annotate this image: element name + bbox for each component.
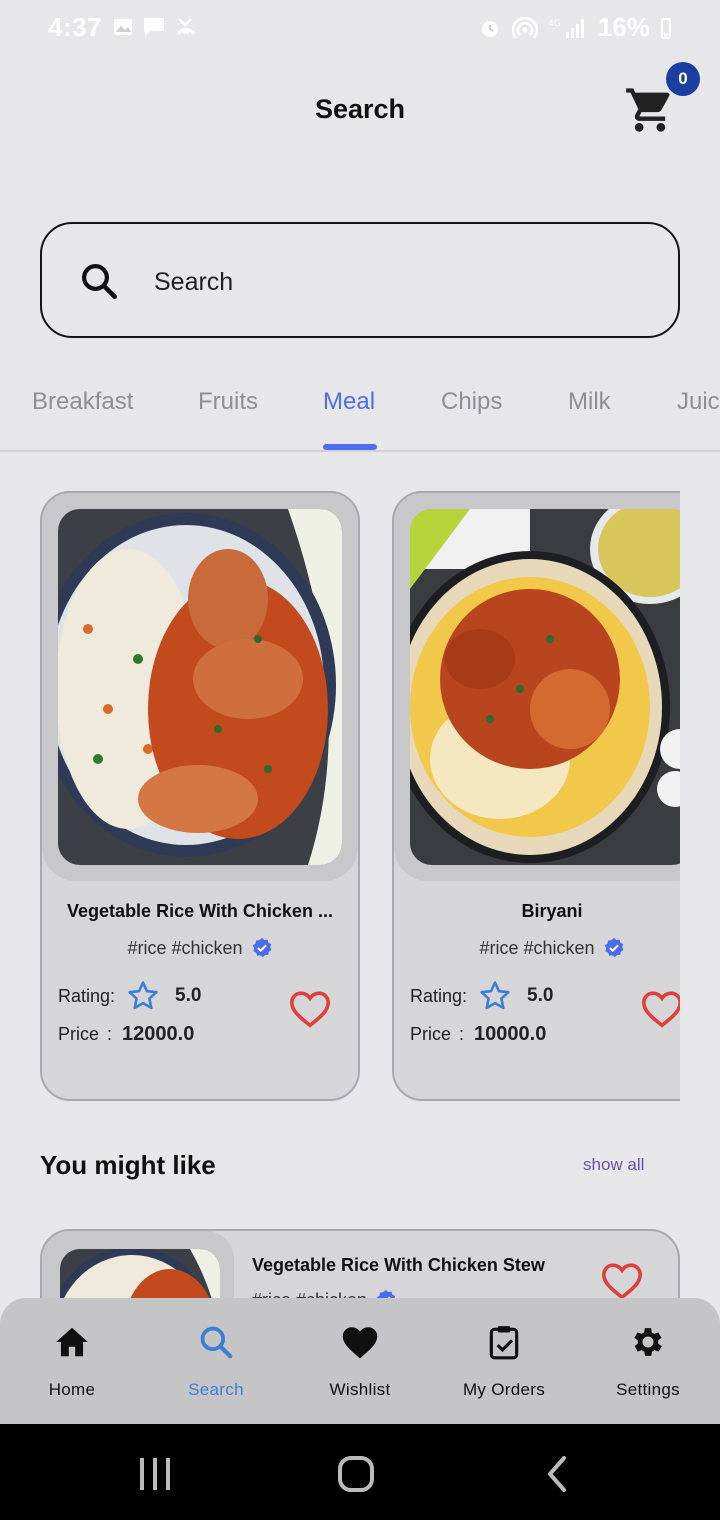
home-system-icon[interactable] <box>336 1454 376 1494</box>
rating-label: Rating: <box>410 985 468 1006</box>
food-image-frame <box>42 493 358 881</box>
food-image <box>410 509 680 865</box>
rating-value: 5.0 <box>175 985 202 1006</box>
show-all-link[interactable]: show all <box>583 1155 644 1175</box>
food-cards-row: Vegetable Rice With Chicken ... #rice #c… <box>40 491 680 1103</box>
message-notification-icon <box>144 18 164 36</box>
app-header: Search 0 <box>0 62 720 154</box>
search-icon <box>200 1326 233 1359</box>
system-nav-bar <box>0 1424 720 1520</box>
food-tags-text: #rice #chicken <box>479 937 595 958</box>
status-time: 4:37 <box>48 12 103 42</box>
gallery-notification-icon <box>114 19 132 35</box>
rating-row: Rating: 5.0 <box>58 979 201 1013</box>
notification-icons <box>112 16 198 38</box>
search-icon <box>82 264 118 300</box>
heart-outline-icon <box>601 1263 643 1300</box>
missed-call-icon <box>177 18 195 35</box>
price-row: Price : 10000.0 <box>410 1023 546 1046</box>
nav-label: My Orders <box>462 1380 546 1399</box>
nav-label: Search <box>188 1380 244 1399</box>
nav-search[interactable]: Search <box>144 1322 288 1400</box>
wishlist-button[interactable] <box>640 989 680 1031</box>
food-tags: #rice #chicken <box>394 937 680 959</box>
tab-chips[interactable]: Chips <box>441 388 502 416</box>
alarm-icon <box>481 20 498 37</box>
section-title: You might like <box>40 1150 216 1180</box>
battery-percent: 16% <box>597 12 650 42</box>
food-tags: #rice #chicken <box>42 937 358 959</box>
status-right: 4G 16% <box>478 12 672 43</box>
nav-label: Settings <box>616 1380 680 1399</box>
star-icon <box>480 981 510 1010</box>
price-label: Price <box>410 1024 452 1044</box>
heart-icon <box>342 1327 378 1359</box>
nav-home[interactable]: Home <box>0 1322 144 1400</box>
nav-label: Wishlist <box>329 1380 391 1399</box>
nav-wishlist[interactable]: Wishlist <box>288 1322 432 1400</box>
food-card[interactable]: Biryani #rice #chicken Rating: 5.0 Price… <box>392 491 680 1101</box>
battery-icon <box>661 17 671 39</box>
svg-text:4G: 4G <box>548 19 561 29</box>
wishlist-button[interactable] <box>288 989 334 1031</box>
category-tabs: Breakfast Fruits Meal Chips Milk Juic <box>0 370 720 452</box>
search-input[interactable] <box>154 260 634 304</box>
home-icon <box>56 1327 88 1357</box>
bottom-nav: Home Search Wishlist My Orders Settings <box>0 1298 720 1424</box>
verified-icon <box>604 937 623 958</box>
food-name: Biryani <box>521 901 583 921</box>
price-value: 10000.0 <box>474 1023 547 1045</box>
wishlist-button[interactable] <box>600 1261 646 1303</box>
rating-value: 5.0 <box>527 985 554 1006</box>
rating-row: Rating: 5.0 <box>410 979 553 1013</box>
cart-icon <box>626 88 670 132</box>
tab-breakfast[interactable]: Breakfast <box>32 388 133 416</box>
tab-milk[interactable]: Milk <box>568 388 611 416</box>
gear-icon <box>634 1328 662 1356</box>
food-card[interactable]: Vegetable Rice With Chicken ... #rice #c… <box>40 491 360 1101</box>
nav-settings[interactable]: Settings <box>576 1322 720 1400</box>
nav-label: Home <box>48 1380 96 1399</box>
tab-fruits[interactable]: Fruits <box>198 388 258 416</box>
food-image <box>58 509 342 865</box>
price-value: 12000.0 <box>122 1023 195 1045</box>
page-title: Search <box>314 94 406 124</box>
rating-label: Rating: <box>58 985 116 1006</box>
signal-icon: 4G <box>548 18 584 38</box>
back-icon[interactable] <box>542 1454 572 1494</box>
heart-outline-icon <box>641 991 680 1028</box>
cart-count-badge: 0 <box>666 62 700 96</box>
recent-apps-icon[interactable] <box>136 1456 176 1492</box>
list-item-name: Vegetable Rice With Chicken Stew <box>252 1255 545 1275</box>
food-image-frame <box>394 493 680 881</box>
price-separator: : <box>459 1024 465 1044</box>
food-tags-text: #rice #chicken <box>127 937 243 958</box>
active-tab-indicator <box>323 444 377 450</box>
tab-juice[interactable]: Juic <box>677 388 720 416</box>
search-box[interactable] <box>40 222 680 338</box>
status-bar: 4:37 4G 16% <box>0 0 720 56</box>
hotspot-icon <box>511 16 538 39</box>
tab-meal[interactable]: Meal <box>323 388 375 416</box>
verified-icon <box>252 937 271 958</box>
price-separator: : <box>107 1024 113 1044</box>
star-icon <box>128 981 158 1010</box>
food-name: Vegetable Rice With Chicken ... <box>67 901 333 921</box>
price-label: Price <box>58 1024 100 1044</box>
heart-outline-icon <box>289 991 331 1028</box>
clipboard-check-icon <box>489 1326 519 1360</box>
nav-my-orders[interactable]: My Orders <box>432 1322 576 1400</box>
price-row: Price : 12000.0 <box>58 1023 194 1046</box>
